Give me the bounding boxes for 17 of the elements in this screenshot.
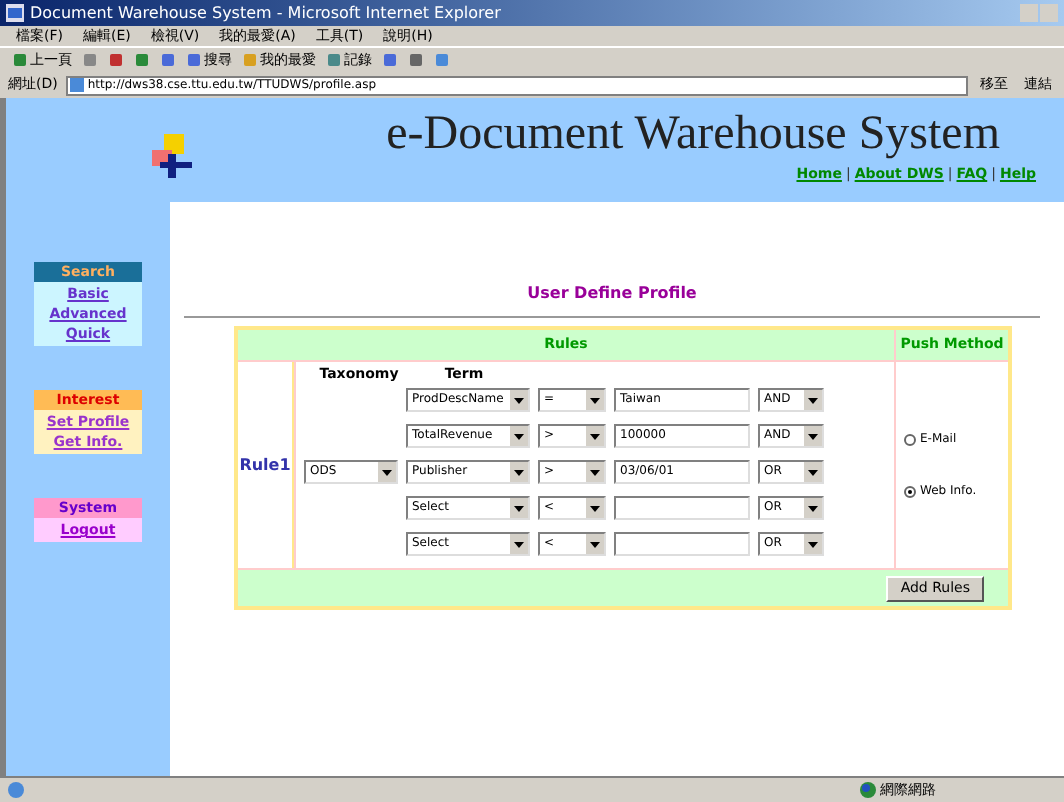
window-title: Document Warehouse System - Microsoft Internet Explorer bbox=[30, 5, 501, 21]
toolbar-button[interactable] bbox=[408, 49, 424, 71]
value-field[interactable] bbox=[614, 496, 750, 520]
toolbar-button[interactable] bbox=[382, 49, 398, 71]
globe-icon bbox=[860, 782, 876, 798]
toolbar-button[interactable] bbox=[434, 49, 450, 71]
toolbar-button[interactable] bbox=[108, 49, 124, 71]
page-heading: User Define Profile bbox=[527, 282, 697, 306]
toolbar-button[interactable] bbox=[134, 49, 150, 71]
browser-icon bbox=[6, 4, 24, 22]
value-field[interactable] bbox=[614, 532, 750, 556]
radio-button[interactable] bbox=[904, 433, 916, 445]
site-title: e-Document Warehouse System bbox=[386, 110, 1000, 158]
toolbar-button[interactable] bbox=[82, 49, 98, 71]
toolbar-button[interactable] bbox=[160, 49, 176, 71]
radio-button[interactable] bbox=[904, 485, 916, 497]
rule-label: Rule1 bbox=[239, 453, 291, 477]
